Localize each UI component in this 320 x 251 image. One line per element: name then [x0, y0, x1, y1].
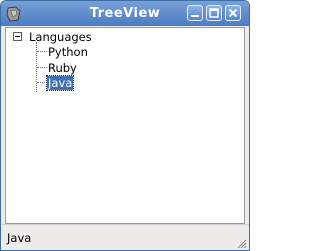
collapse-icon[interactable]: [13, 32, 22, 41]
maximize-button[interactable]: [206, 5, 222, 21]
maximize-icon: [209, 8, 219, 18]
tree-node-ruby[interactable]: Ruby: [48, 61, 77, 75]
tree-node-languages[interactable]: Languages: [29, 30, 92, 44]
status-text: Java: [7, 231, 32, 245]
app-window: TreeView Languages Python Ruby Java Java: [0, 0, 250, 251]
statusbar: Java: [1, 224, 249, 250]
tree-node-java-selected[interactable]: Java: [45, 75, 75, 91]
tree-connector: [37, 51, 47, 52]
tree-connector: [37, 82, 47, 83]
minimize-button[interactable]: [187, 5, 203, 21]
tree-view[interactable]: Languages Python Ruby Java: [5, 27, 245, 224]
minimize-icon: [191, 15, 199, 17]
close-button[interactable]: [225, 5, 241, 21]
resize-grip-icon[interactable]: [237, 239, 247, 249]
close-icon: [228, 8, 238, 18]
tree-connector: [37, 67, 47, 68]
titlebar[interactable]: TreeView: [1, 1, 249, 26]
tree-node-python[interactable]: Python: [48, 45, 88, 59]
